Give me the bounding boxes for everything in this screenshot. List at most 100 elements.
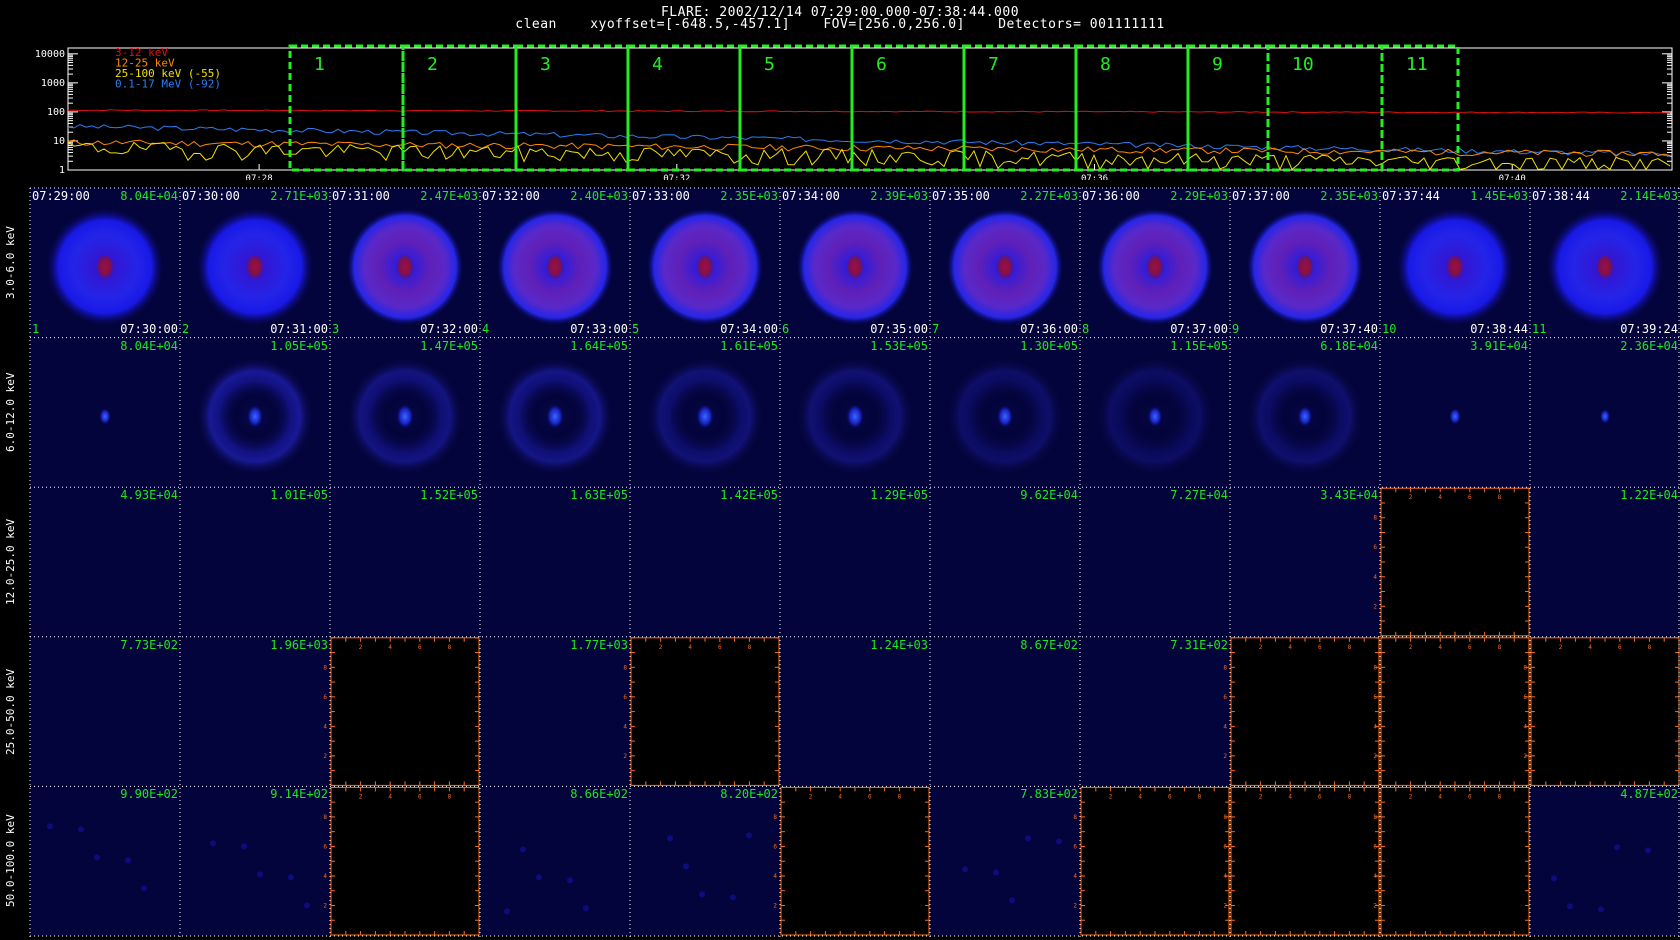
empty-y-tick-label: 6 bbox=[1223, 843, 1227, 850]
empty-x-tick-label: 4 bbox=[1588, 644, 1592, 651]
source-core bbox=[846, 253, 864, 280]
interval-end-time: 07:34:00 bbox=[720, 321, 778, 336]
image-cell bbox=[1080, 636, 1230, 787]
image-cell bbox=[330, 487, 480, 637]
noise-speck bbox=[699, 891, 705, 898]
interval-index: 7 bbox=[932, 321, 940, 336]
empty-y-tick-label: 6 bbox=[1373, 694, 1377, 701]
empty-y-tick-label: 4 bbox=[1073, 873, 1077, 880]
empty-x-tick-label: 2 bbox=[1559, 644, 1563, 651]
empty-y-tick-label: 8 bbox=[1373, 515, 1377, 522]
interval-end-time: 07:37:40 bbox=[1320, 321, 1378, 336]
image-cell bbox=[180, 636, 330, 787]
source-peak bbox=[546, 404, 564, 429]
image-max-value: 2.35E+03 bbox=[1320, 189, 1378, 203]
empty-image-cell bbox=[1530, 636, 1680, 787]
empty-x-tick-label: 6 bbox=[1318, 793, 1322, 800]
interval-index: 8 bbox=[1082, 321, 1090, 336]
empty-y-tick-label: 4 bbox=[773, 873, 777, 880]
noise-speck bbox=[1056, 838, 1062, 845]
empty-x-tick-label: 6 bbox=[1468, 644, 1472, 651]
image-max-value: 3.91E+04 bbox=[1470, 338, 1528, 353]
empty-x-tick-label: 6 bbox=[418, 793, 422, 800]
source-core bbox=[996, 253, 1014, 280]
empty-image-cell bbox=[330, 786, 480, 936]
empty-y-tick-label: 6 bbox=[1523, 694, 1527, 701]
interval-index: 2 bbox=[182, 321, 190, 336]
image-max-value: 1.61E+05 bbox=[720, 338, 778, 353]
empty-image-cell bbox=[1080, 786, 1230, 936]
empty-y-tick-label: 8 bbox=[1373, 814, 1377, 821]
image-max-value: 8.67E+02 bbox=[1020, 637, 1078, 652]
source-peak bbox=[247, 405, 263, 428]
empty-x-tick-label: 4 bbox=[1288, 793, 1292, 800]
empty-x-tick-label: 6 bbox=[1468, 793, 1472, 800]
noise-speck bbox=[47, 823, 53, 830]
image-max-value: 2.36E+04 bbox=[1620, 338, 1678, 353]
source-core bbox=[1596, 253, 1614, 280]
noise-speck bbox=[1025, 835, 1031, 842]
energy-row-label: 12.0-25.0 keV bbox=[4, 518, 17, 605]
source-core bbox=[246, 253, 264, 280]
empty-x-tick-label: 8 bbox=[1348, 644, 1352, 651]
noise-speck bbox=[746, 832, 752, 839]
noise-speck bbox=[1009, 897, 1015, 904]
interval-index: 11 bbox=[1532, 321, 1547, 336]
image-max-value: 9.62E+04 bbox=[1020, 488, 1078, 503]
noise-speck bbox=[210, 840, 216, 847]
empty-x-tick-label: 6 bbox=[1468, 494, 1472, 501]
interval-index: 3 bbox=[332, 321, 340, 336]
noise-speck bbox=[1551, 875, 1557, 882]
empty-y-tick-label: 4 bbox=[623, 723, 627, 730]
empty-y-tick-label: 8 bbox=[1223, 664, 1227, 671]
empty-y-tick-label: 8 bbox=[323, 664, 327, 671]
empty-x-tick-label: 2 bbox=[1409, 494, 1413, 501]
image-cell bbox=[480, 786, 630, 936]
empty-y-tick-label: 4 bbox=[323, 873, 327, 880]
image-cell bbox=[480, 636, 630, 787]
image-max-value: 1.22E+04 bbox=[1620, 488, 1678, 503]
empty-x-tick-label: 2 bbox=[1409, 644, 1413, 651]
image-max-value: 4.87E+02 bbox=[1620, 787, 1678, 802]
image-max-value: 7.73E+02 bbox=[120, 637, 178, 652]
noise-speck bbox=[520, 846, 526, 853]
interval-end-time: 07:38:44 bbox=[1470, 321, 1528, 336]
image-max-value: 1.42E+05 bbox=[720, 488, 778, 503]
interval-index: 6 bbox=[782, 321, 790, 336]
empty-x-tick-label: 4 bbox=[1288, 644, 1292, 651]
image-max-value: 2.27E+03 bbox=[1020, 189, 1078, 203]
image-max-value: 1.52E+05 bbox=[420, 488, 478, 503]
image-max-value: 3.43E+04 bbox=[1320, 488, 1378, 503]
image-cell bbox=[630, 487, 780, 637]
empty-x-tick-label: 4 bbox=[388, 644, 392, 651]
image-cell bbox=[1530, 487, 1680, 637]
interval-end-time: 07:35:00 bbox=[870, 321, 928, 336]
noise-speck bbox=[504, 908, 510, 915]
empty-y-tick-label: 2 bbox=[1373, 603, 1377, 610]
interval-start-time: 07:32:00 bbox=[482, 189, 540, 203]
empty-x-tick-label: 2 bbox=[1109, 793, 1113, 800]
empty-y-tick-label: 6 bbox=[1373, 843, 1377, 850]
empty-y-tick-label: 2 bbox=[623, 753, 627, 760]
empty-y-tick-label: 2 bbox=[1223, 902, 1227, 909]
noise-speck bbox=[962, 866, 968, 873]
source-peak bbox=[1600, 409, 1610, 424]
image-max-value: 9.90E+02 bbox=[120, 787, 178, 802]
image-cell bbox=[30, 487, 180, 637]
image-max-value: 1.96E+03 bbox=[270, 637, 328, 652]
noise-speck bbox=[78, 826, 84, 833]
image-max-value: 1.01E+05 bbox=[270, 488, 328, 503]
source-peak bbox=[696, 404, 714, 429]
image-max-value: 2.35E+03 bbox=[720, 189, 778, 203]
noise-speck bbox=[683, 863, 689, 870]
image-cell bbox=[780, 487, 930, 637]
interval-start-time: 07:34:00 bbox=[782, 189, 840, 203]
image-max-value: 8.04E+04 bbox=[120, 189, 178, 203]
empty-x-tick-label: 8 bbox=[1198, 793, 1202, 800]
source-peak bbox=[1298, 406, 1312, 427]
empty-x-tick-label: 8 bbox=[1498, 494, 1502, 501]
image-cell bbox=[930, 487, 1080, 637]
noise-speck bbox=[1567, 903, 1573, 910]
interval-index: 4 bbox=[482, 321, 490, 336]
empty-y-tick-label: 8 bbox=[773, 814, 777, 821]
